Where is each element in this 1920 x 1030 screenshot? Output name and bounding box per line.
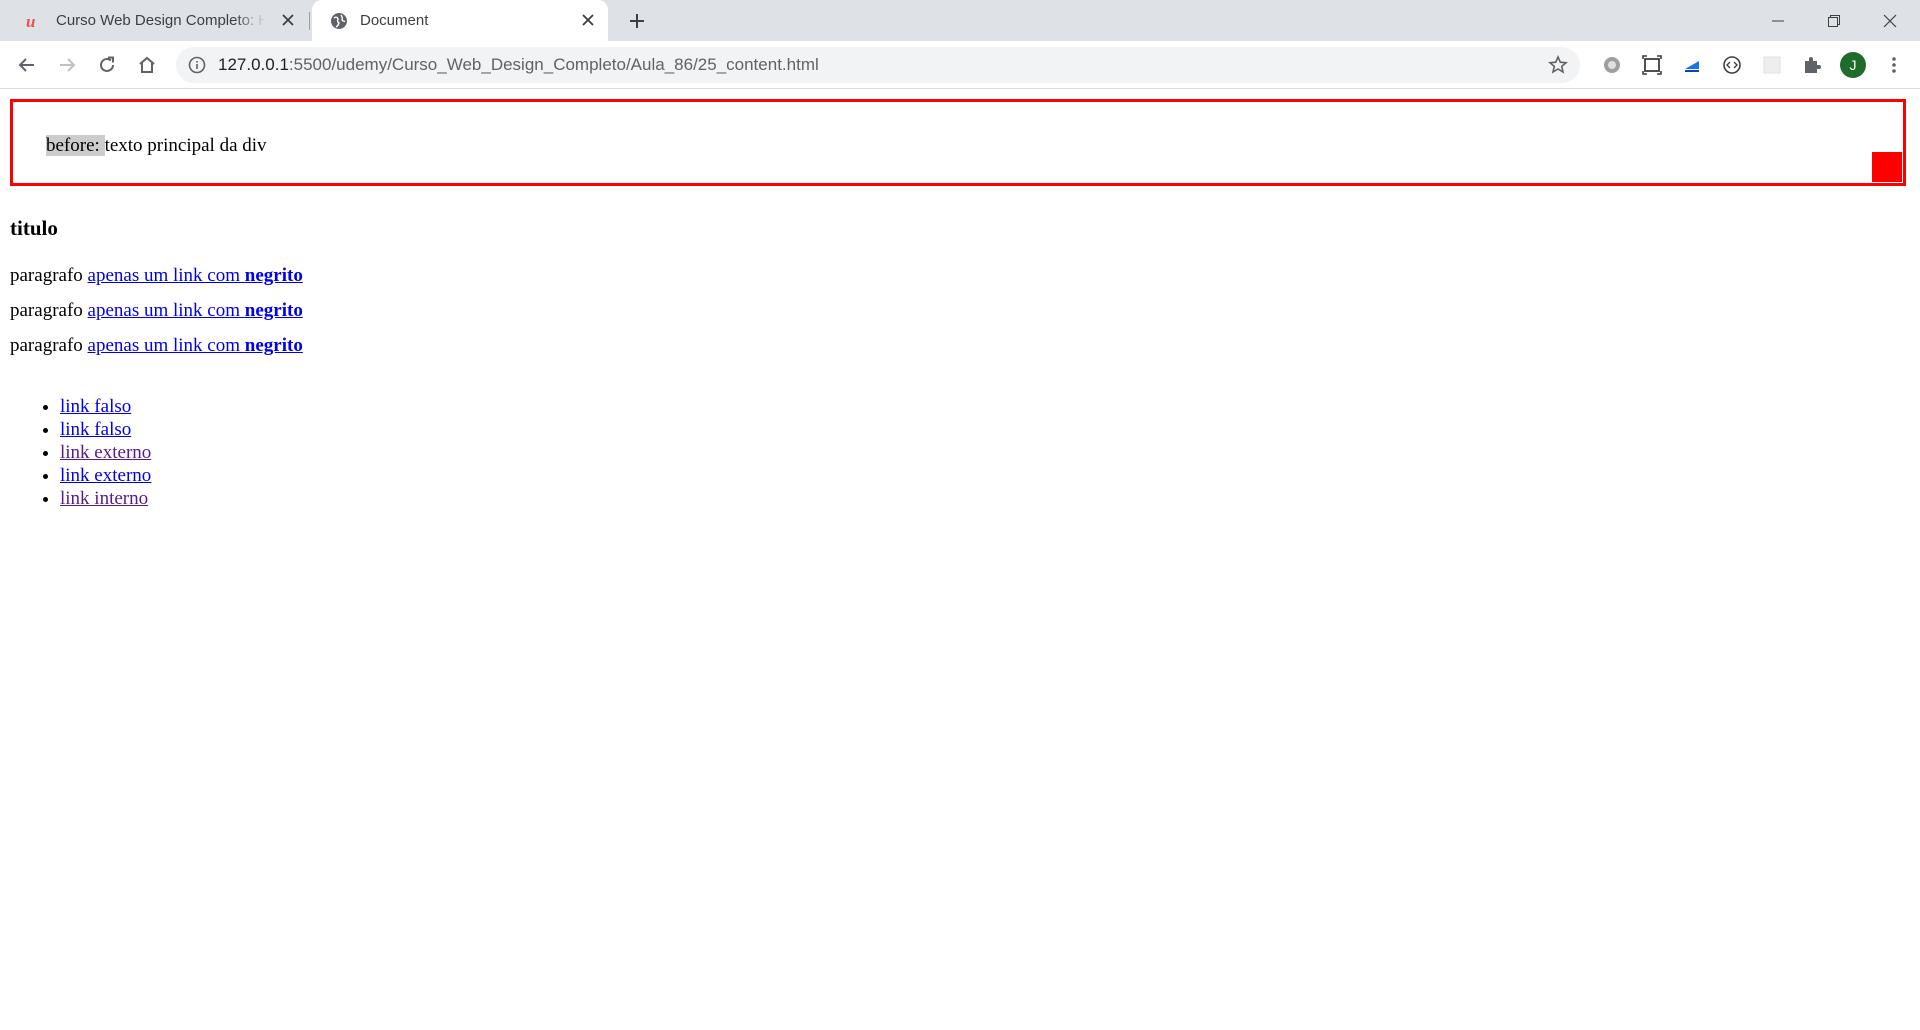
bookmark-star-icon[interactable] [1548,55,1568,75]
tab-divider [309,12,310,30]
restore-button[interactable] [1806,0,1862,41]
paragraph-text: paragrafo [10,265,88,286]
udemy-icon: u [26,12,44,30]
link-externo[interactable]: link externo [60,465,151,486]
reload-icon [100,56,114,72]
list-item: link falso [60,418,151,441]
close-tab-icon[interactable] [280,12,296,28]
url-path: :5500/udemy/Curso_Web_Design_Completo/Au… [288,55,819,74]
home-icon [139,56,155,73]
list-item: link externo [60,441,151,464]
paragraph: paragrafo apenas um link com negrito [10,335,303,357]
link-text: apenas um link com [87,300,245,321]
links-list: link falso link falso link externo link … [10,395,151,510]
paragraph: paragrafo apenas um link com negrito [10,265,303,287]
home-button[interactable] [131,49,163,81]
bold-link[interactable]: apenas um link com negrito [88,300,303,321]
arrow-right-icon [60,58,76,72]
minimize-icon [1772,20,1784,21]
link-bold-text: negrito [244,335,303,356]
extension-placeholder-icon[interactable] [1760,53,1784,77]
forward-button[interactable] [51,49,83,81]
main-div-text: before: texto principal da div [46,135,267,157]
link-interno[interactable]: link interno [60,488,148,509]
before-pseudo-label: before: [46,135,105,156]
bold-link[interactable]: apenas um link com negrito [88,265,303,286]
list-item: link falso [60,395,151,418]
address-bar[interactable]: 127.0.0.1:5500/udemy/Curso_Web_Design_Co… [176,47,1580,83]
extension-screen-capture-icon[interactable] [1640,53,1664,77]
close-tab-icon[interactable] [580,12,596,28]
extension-gear-icon[interactable] [1600,53,1624,77]
paragraph-text: paragrafo [10,300,88,321]
main-div-content: texto principal da div [104,135,267,156]
link-falso[interactable]: link falso [60,419,131,440]
close-window-button[interactable] [1862,0,1918,41]
reload-button[interactable] [91,49,123,81]
page-title: titulo [10,216,58,240]
paragraph-text: paragrafo [10,335,88,356]
link-bold-text: negrito [244,300,303,321]
link-externo[interactable]: link externo [60,442,151,463]
close-icon [1883,14,1897,27]
extensions-puzzle-icon[interactable] [1800,53,1824,77]
tab-strip: u Curso Web Design Completo: HTML5, CSS3… [0,0,1920,41]
page-viewport: before: texto principal da div titulo pa… [0,89,1920,1030]
list-item: link interno [60,487,151,510]
extension-code-icon[interactable] [1720,53,1744,77]
globe-icon [330,12,348,30]
browser-toolbar: 127.0.0.1:5500/udemy/Curso_Web_Design_Co… [0,41,1920,89]
tab-title: Document [360,12,429,29]
extension-blue-icon[interactable] [1680,53,1704,77]
link-bold-text: negrito [244,265,303,286]
main-div: before: texto principal da div [10,99,1906,186]
menu-kebab-icon[interactable] [1882,53,1906,77]
paragraph: paragrafo apenas um link com negrito [10,300,303,322]
svg-text:u: u [26,13,35,29]
link-falso[interactable]: link falso [60,396,131,417]
minimize-button[interactable] [1750,0,1806,41]
link-text: apenas um link com [87,265,245,286]
link-text: apenas um link com [87,335,245,356]
tab-document[interactable]: Document [312,0,608,41]
url-host: 127.0.0.1 [218,55,289,74]
info-icon[interactable] [188,56,206,74]
tab-title: Curso Web Design Completo: HTML5, CSS3, … [56,12,266,29]
url-text: 127.0.0.1:5500/udemy/Curso_Web_Design_Co… [218,55,819,75]
bold-link[interactable]: apenas um link com negrito [88,335,303,356]
profile-avatar[interactable]: J [1840,52,1866,78]
plus-icon [630,14,644,28]
arrow-left-icon [18,58,34,72]
back-button[interactable] [11,49,43,81]
new-tab-button[interactable] [624,8,650,34]
list-item: link externo [60,464,151,487]
tab-udemy[interactable]: u Curso Web Design Completo: HTML5, CSS3… [8,0,308,41]
restore-icon [1828,14,1840,27]
after-red-square [1872,152,1902,182]
